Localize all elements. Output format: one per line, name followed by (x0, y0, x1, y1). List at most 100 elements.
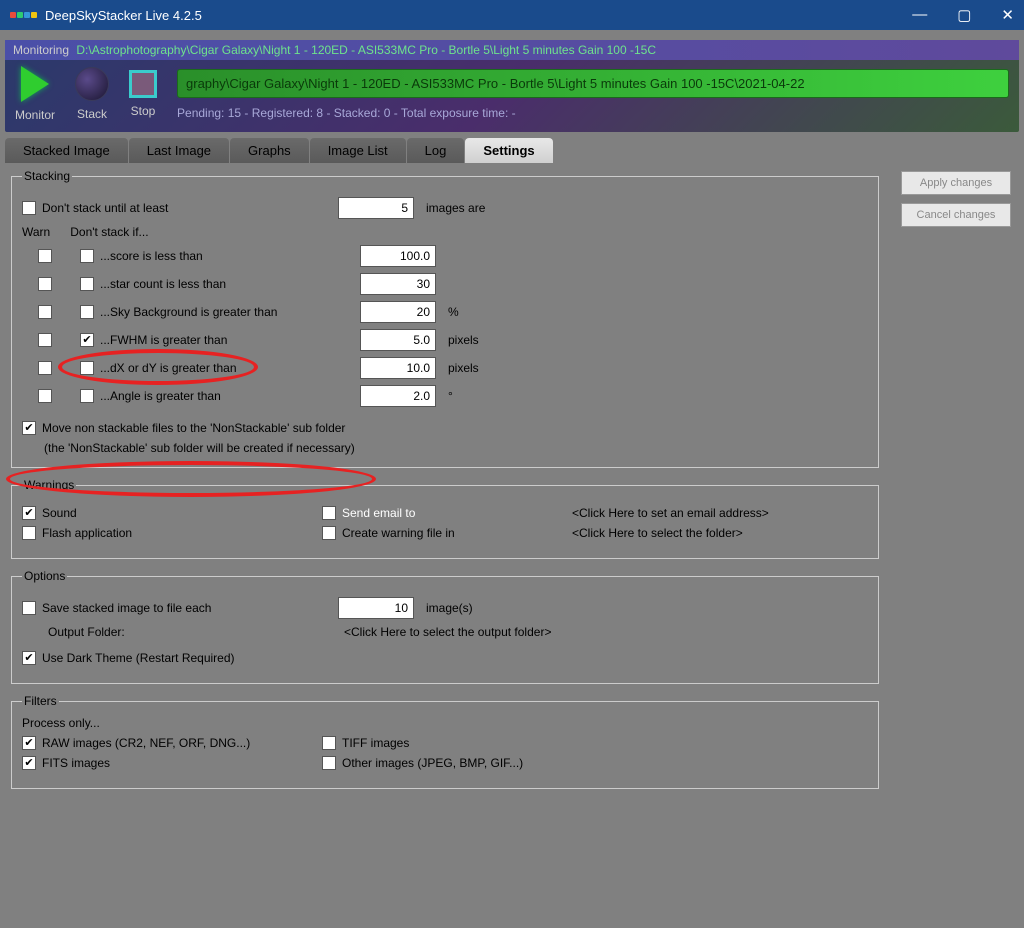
dont-stack-until-checkbox[interactable] (22, 201, 36, 215)
titlebar: DeepSkyStacker Live 4.2.5 — ▢ ✕ (0, 0, 1024, 30)
stacking-legend: Stacking (22, 169, 72, 183)
skybg-input[interactable] (360, 301, 436, 323)
dark-theme-label: Use Dark Theme (Restart Required) (42, 651, 235, 665)
dontstack-fwhm-checkbox[interactable]: ✔ (80, 333, 94, 347)
angle-unit: ° (448, 389, 453, 403)
move-nonstackable-note: (the 'NonStackable' sub folder will be c… (44, 441, 868, 455)
create-warning-file-label: Create warning file in (342, 526, 455, 540)
skybg-unit: % (448, 305, 459, 319)
fits-checkbox[interactable]: ✔ (22, 756, 36, 770)
fwhm-label: ...FWHM is greater than (100, 333, 354, 347)
monitoring-label: Monitoring (13, 43, 69, 57)
play-icon (21, 66, 49, 102)
angle-input[interactable] (360, 385, 436, 407)
monitor-button-label: Monitor (15, 108, 55, 122)
monitoring-path: D:\Astrophotography\Cigar Galaxy\Night 1… (76, 43, 656, 57)
raw-label: RAW images (CR2, NEF, ORF, DNG...) (42, 736, 250, 750)
stacking-group: Stacking Don't stack until at least imag… (11, 169, 879, 468)
tabs: Stacked Image Last Image Graphs Image Li… (5, 138, 1019, 163)
process-only-label: Process only... (22, 716, 868, 730)
tab-graphs[interactable]: Graphs (230, 138, 309, 163)
move-nonstackable-label: Move non stackable files to the 'NonStac… (42, 421, 345, 435)
sound-checkbox[interactable]: ✔ (22, 506, 36, 520)
save-stacked-input[interactable] (338, 597, 414, 619)
warning-folder-placeholder[interactable]: <Click Here to select the folder> (572, 526, 743, 540)
dxdy-label: ...dX or dY is greater than (100, 361, 354, 375)
dont-stack-if-header: Don't stack if... (70, 225, 148, 239)
app-icon (10, 12, 37, 18)
cancel-changes-button[interactable]: Cancel changes (901, 203, 1011, 227)
star-input[interactable] (360, 273, 436, 295)
score-label: ...score is less than (100, 249, 354, 263)
filters-legend: Filters (22, 694, 59, 708)
dark-theme-checkbox[interactable]: ✔ (22, 651, 36, 665)
other-label: Other images (JPEG, BMP, GIF...) (342, 756, 523, 770)
flash-label: Flash application (42, 526, 132, 540)
warn-dxdy-checkbox[interactable] (38, 361, 52, 375)
minimize-button[interactable]: — (912, 6, 927, 24)
move-nonstackable-checkbox[interactable]: ✔ (22, 421, 36, 435)
apply-changes-button[interactable]: Apply changes (901, 171, 1011, 195)
warn-header: Warn (22, 225, 50, 239)
dontstack-skybg-checkbox[interactable] (80, 305, 94, 319)
monitor-button[interactable]: Monitor (15, 66, 55, 122)
stop-icon (129, 70, 157, 98)
save-stacked-unit: image(s) (426, 601, 473, 615)
warn-fwhm-checkbox[interactable] (38, 333, 52, 347)
angle-label: ...Angle is greater than (100, 389, 354, 403)
options-legend: Options (22, 569, 67, 583)
options-group: Options Save stacked image to file each … (11, 569, 879, 684)
warn-skybg-checkbox[interactable] (38, 305, 52, 319)
stack-button[interactable]: Stack (75, 67, 109, 121)
images-are-label: images are (426, 201, 485, 215)
send-email-checkbox[interactable] (322, 506, 336, 520)
dontstack-star-checkbox[interactable] (80, 277, 94, 291)
output-folder-placeholder[interactable]: <Click Here to select the output folder> (344, 625, 551, 639)
dxdy-input[interactable] (360, 357, 436, 379)
dxdy-unit: pixels (448, 361, 479, 375)
skybg-label: ...Sky Background is greater than (100, 305, 354, 319)
dontstack-angle-checkbox[interactable] (80, 389, 94, 403)
raw-checkbox[interactable]: ✔ (22, 736, 36, 750)
circle-icon (75, 67, 109, 101)
stack-button-label: Stack (77, 107, 107, 121)
warn-star-checkbox[interactable] (38, 277, 52, 291)
warnings-group: Warnings ✔ Sound Flash application Se (11, 478, 879, 559)
tab-image-list[interactable]: Image List (310, 138, 406, 163)
save-stacked-checkbox[interactable] (22, 601, 36, 615)
tab-settings[interactable]: Settings (465, 138, 552, 163)
tiff-checkbox[interactable] (322, 736, 336, 750)
flash-checkbox[interactable] (22, 526, 36, 540)
score-input[interactable] (360, 245, 436, 267)
dontstack-dxdy-checkbox[interactable] (80, 361, 94, 375)
app-title: DeepSkyStacker Live 4.2.5 (45, 8, 202, 23)
close-button[interactable]: ✕ (1001, 6, 1014, 24)
tab-last-image[interactable]: Last Image (129, 138, 229, 163)
star-label: ...star count is less than (100, 277, 354, 291)
stop-button-label: Stop (131, 104, 156, 118)
sound-label: Sound (42, 506, 77, 520)
warn-angle-checkbox[interactable] (38, 389, 52, 403)
path-bar: graphy\Cigar Galaxy\Night 1 - 120ED - AS… (177, 69, 1009, 98)
settings-panel: Apply changes Cancel changes Stacking Do… (5, 163, 1019, 805)
monitor-panel: Monitoring D:\Astrophotography\Cigar Gal… (5, 40, 1019, 132)
fwhm-input[interactable] (360, 329, 436, 351)
tiff-label: TIFF images (342, 736, 409, 750)
filters-group: Filters Process only... ✔ RAW images (CR… (11, 694, 879, 789)
warn-score-checkbox[interactable] (38, 249, 52, 263)
status-line: Pending: 15 - Registered: 8 - Stacked: 0… (177, 106, 1009, 120)
dont-stack-until-input[interactable] (338, 197, 414, 219)
tab-log[interactable]: Log (407, 138, 465, 163)
other-checkbox[interactable] (322, 756, 336, 770)
tab-stacked-image[interactable]: Stacked Image (5, 138, 128, 163)
create-warning-file-checkbox[interactable] (322, 526, 336, 540)
maximize-button[interactable]: ▢ (957, 6, 971, 24)
dontstack-score-checkbox[interactable] (80, 249, 94, 263)
email-placeholder[interactable]: <Click Here to set an email address> (572, 506, 769, 520)
output-folder-label: Output Folder: (48, 625, 338, 639)
fwhm-unit: pixels (448, 333, 479, 347)
dont-stack-until-label: Don't stack until at least (42, 201, 332, 215)
send-email-label: Send email to (342, 506, 415, 520)
stop-button[interactable]: Stop (129, 70, 157, 118)
fits-label: FITS images (42, 756, 110, 770)
